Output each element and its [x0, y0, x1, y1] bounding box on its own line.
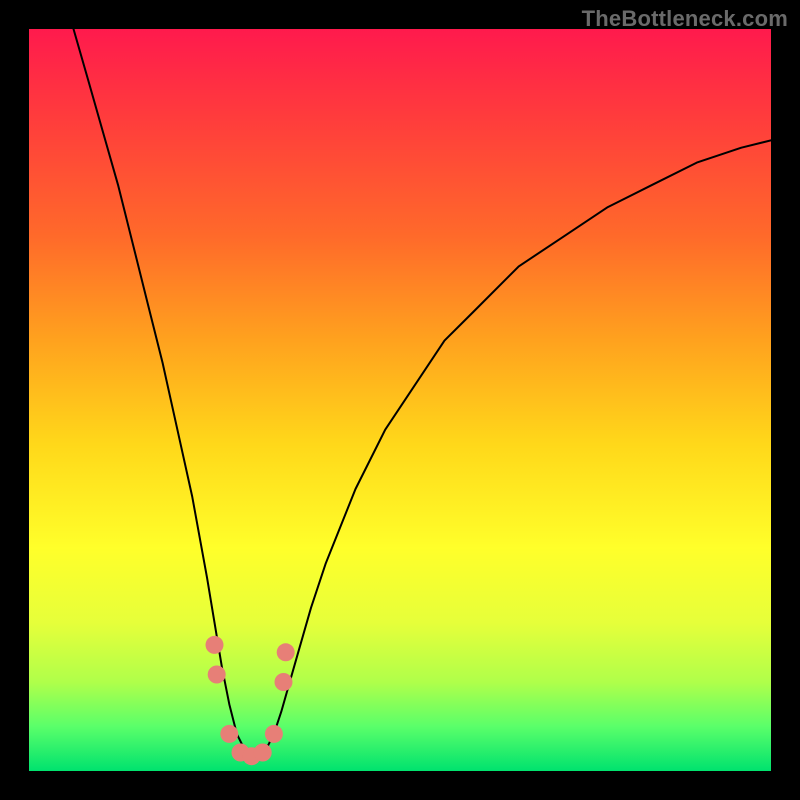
bottleneck-curve [74, 29, 772, 756]
watermark-text: TheBottleneck.com [582, 6, 788, 32]
highlight-dot [208, 666, 226, 684]
highlight-dot [275, 673, 293, 691]
highlight-dots [206, 636, 295, 765]
chart-svg [29, 29, 771, 771]
chart-frame: TheBottleneck.com [0, 0, 800, 800]
highlight-dot [220, 725, 238, 743]
highlight-dot [277, 643, 295, 661]
highlight-dot [254, 744, 272, 762]
plot-area [29, 29, 771, 771]
highlight-dot [206, 636, 224, 654]
highlight-dot [265, 725, 283, 743]
